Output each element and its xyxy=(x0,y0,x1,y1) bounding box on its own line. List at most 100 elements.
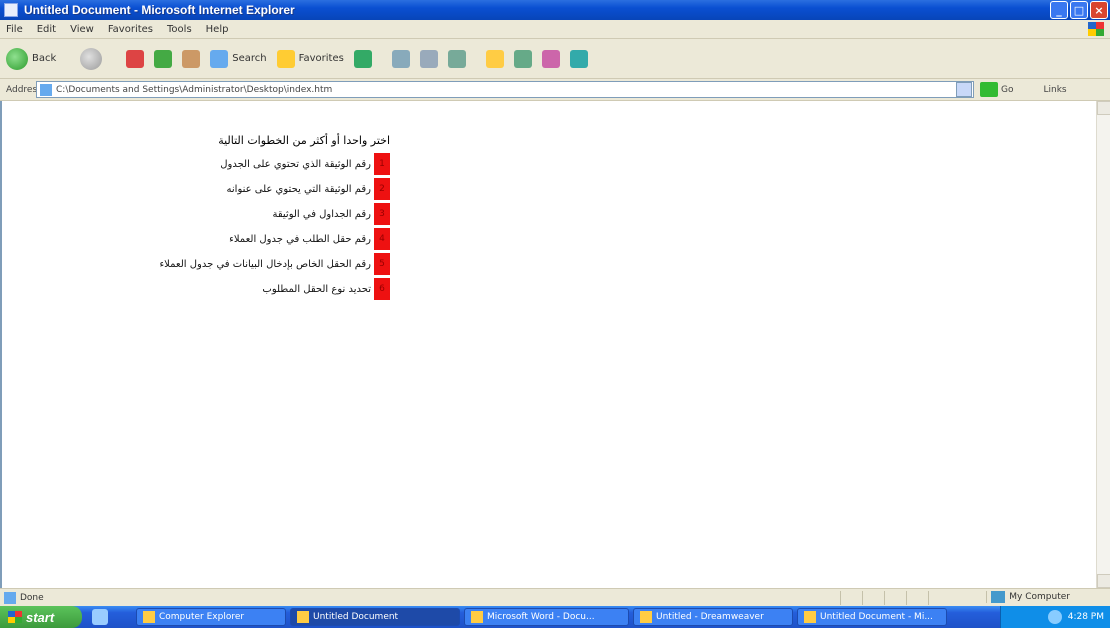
task-label: Untitled - Dreamweaver xyxy=(656,612,764,622)
dreamweaver-icon xyxy=(640,611,652,623)
taskbar-item[interactable]: Untitled Document - Mi... xyxy=(797,608,947,626)
links-button[interactable]: Links xyxy=(1043,85,1066,95)
vertical-scrollbar[interactable] xyxy=(1096,101,1110,588)
start-button[interactable]: start xyxy=(0,606,82,628)
window-title: Untitled Document - Microsoft Internet E… xyxy=(24,3,295,17)
windows-flag-icon xyxy=(8,611,22,623)
favorites-star-icon xyxy=(276,49,295,68)
status-panes xyxy=(840,591,950,605)
discuss-button[interactable] xyxy=(513,45,532,73)
search-icon xyxy=(210,49,229,68)
home-button[interactable] xyxy=(182,45,201,73)
taskbar-item[interactable]: Computer Explorer xyxy=(136,608,286,626)
task-label: Computer Explorer xyxy=(159,612,245,622)
stop-button[interactable] xyxy=(126,45,145,73)
menu-favorites[interactable]: Favorites xyxy=(108,24,153,35)
taskbar: start Computer Explorer Untitled Documen… xyxy=(0,606,1110,628)
address-dropdown-button[interactable] xyxy=(956,82,972,97)
go-label: Go xyxy=(1001,84,1014,95)
forward-button[interactable] xyxy=(80,45,103,73)
list-item[interactable]: 5 رقم الحقل الخاص بإدخال البيانات في جدو… xyxy=(159,253,390,275)
item-label: رقم الحقل الخاص بإدخال البيانات في جدول … xyxy=(159,258,371,270)
folder-button[interactable] xyxy=(485,45,504,73)
back-arrow-icon xyxy=(6,47,28,70)
list-item[interactable]: 6 تحديد نوع الحقل المطلوب xyxy=(159,278,390,300)
close-button[interactable]: × xyxy=(1090,1,1108,19)
windows-logo-icon xyxy=(1088,22,1104,36)
search-label: Search xyxy=(232,53,267,64)
menu-tools[interactable]: Tools xyxy=(167,24,192,35)
task-label: Microsoft Word - Docu... xyxy=(487,612,595,622)
address-label: Address xyxy=(6,84,42,95)
quick-launch xyxy=(92,609,132,625)
menu-file[interactable]: File xyxy=(6,24,23,35)
taskbar-item[interactable]: Microsoft Word - Docu... xyxy=(464,608,629,626)
item-label: رقم الوثيقة الذي تحتوي على الجدول xyxy=(220,158,371,170)
refresh-button[interactable] xyxy=(154,45,173,73)
maximize-button[interactable]: □ xyxy=(1070,1,1088,19)
address-url: C:\Documents and Settings\Administrator\… xyxy=(56,84,333,95)
taskbar-item[interactable]: Untitled - Dreamweaver xyxy=(633,608,793,626)
list-item[interactable]: 3 رقم الجداول في الوثيقة xyxy=(159,203,390,225)
list-item[interactable]: 1 رقم الوثيقة الذي تحتوي على الجدول xyxy=(159,153,390,175)
red-marker: 1 xyxy=(374,153,390,175)
menu-view[interactable]: View xyxy=(70,24,94,35)
ie-icon xyxy=(4,3,18,17)
minimize-button[interactable]: _ xyxy=(1050,1,1068,19)
security-zone: My Computer xyxy=(986,591,1070,603)
edit-button[interactable] xyxy=(447,45,466,73)
research-button[interactable] xyxy=(541,45,560,73)
go-arrow-icon xyxy=(980,82,998,97)
red-marker: 5 xyxy=(374,253,390,275)
tray-icon[interactable] xyxy=(1047,610,1062,624)
go-button[interactable]: Go xyxy=(980,82,1013,97)
computer-icon xyxy=(991,591,1006,603)
ie-icon xyxy=(804,611,816,623)
menu-edit[interactable]: Edit xyxy=(37,24,56,35)
media-button[interactable] xyxy=(353,45,372,73)
address-bar: Address C:\Documents and Settings\Admini… xyxy=(0,79,1110,101)
options-list: اختر واحدا أو أكثر من الخطوات التالية 1 … xyxy=(159,134,390,300)
mail-icon xyxy=(391,49,410,68)
refresh-icon xyxy=(154,49,173,68)
forward-arrow-icon xyxy=(80,47,103,70)
back-button[interactable]: Back xyxy=(6,45,56,73)
home-icon xyxy=(182,49,201,68)
red-marker: 2 xyxy=(374,178,390,200)
status-text: Done xyxy=(20,592,44,603)
task-label: Untitled Document xyxy=(313,612,399,622)
page-icon xyxy=(40,83,52,96)
task-label: Untitled Document - Mi... xyxy=(820,612,933,622)
print-button[interactable] xyxy=(419,45,438,73)
research-icon xyxy=(541,49,560,68)
toolbar: Back Search Favorites xyxy=(0,39,1110,79)
favorites-button[interactable]: Favorites xyxy=(276,45,344,73)
mail-button[interactable] xyxy=(391,45,410,73)
red-marker: 3 xyxy=(374,203,390,225)
page-heading: اختر واحدا أو أكثر من الخطوات التالية xyxy=(218,134,390,147)
item-label: تحديد نوع الحقل المطلوب xyxy=(262,283,371,295)
clock: 4:28 PM xyxy=(1067,612,1104,622)
discuss-icon xyxy=(513,49,532,68)
folder-icon xyxy=(485,49,504,68)
item-label: رقم الوثيقة التي يحتوي على عنوانه xyxy=(226,183,371,195)
messenger-button[interactable] xyxy=(569,45,588,73)
item-label: رقم الجداول في الوثيقة xyxy=(272,208,371,220)
search-button[interactable]: Search xyxy=(210,45,267,73)
favorites-label: Favorites xyxy=(298,53,344,64)
taskbar-item[interactable]: Untitled Document xyxy=(290,608,460,626)
item-label: رقم حقل الطلب في جدول العملاء xyxy=(229,233,371,245)
title-bar[interactable]: Untitled Document - Microsoft Internet E… xyxy=(0,0,1110,20)
quick-launch-icon[interactable] xyxy=(92,609,108,625)
list-item[interactable]: 4 رقم حقل الطلب في جدول العملاء xyxy=(159,228,390,250)
edit-icon xyxy=(447,49,466,68)
start-label: start xyxy=(26,609,55,625)
address-input[interactable]: C:\Documents and Settings\Administrator\… xyxy=(36,81,974,98)
page-status-icon xyxy=(4,591,16,604)
list-item[interactable]: 2 رقم الوثيقة التي يحتوي على عنوانه xyxy=(159,178,390,200)
scroll-up-button[interactable] xyxy=(1097,101,1110,115)
back-label: Back xyxy=(32,53,57,64)
menu-help[interactable]: Help xyxy=(206,24,229,35)
stop-icon xyxy=(126,49,145,68)
scroll-down-button[interactable] xyxy=(1097,574,1110,588)
